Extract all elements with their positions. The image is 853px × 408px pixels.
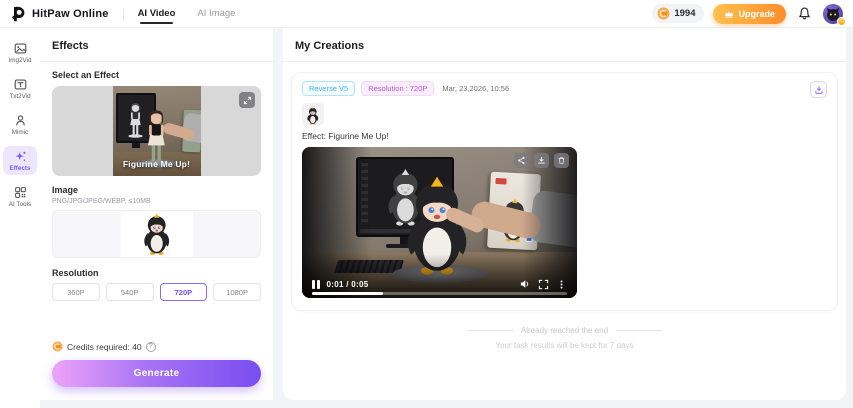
download-icon — [538, 156, 545, 164]
download-icon — [814, 85, 823, 94]
creations-panel-title: My Creations — [295, 40, 365, 52]
end-of-list-text: Already reached the end — [520, 326, 609, 335]
header-actions: 1994 Upgrade — [652, 3, 846, 26]
generate-button[interactable]: Generate — [52, 360, 261, 387]
creation-effect-label: Effect: Figurine Me Up! — [302, 131, 389, 141]
credits-required-text: Credits required: 40 — [67, 341, 142, 352]
coin-icon — [657, 7, 670, 20]
volume-icon — [520, 280, 529, 288]
image-to-video-icon — [14, 43, 26, 54]
resolution-540p-button[interactable]: 540P — [105, 283, 154, 301]
hitpaw-logo-icon — [11, 6, 25, 21]
video-progress-bar[interactable] — [312, 292, 567, 295]
sidebar-label-img2vid: Img2Vid — [8, 57, 32, 64]
resolution-1080p-button[interactable]: 1080P — [213, 283, 261, 301]
delete-video-button[interactable] — [554, 153, 569, 168]
download-video-button[interactable] — [534, 153, 549, 168]
resolution-options: 360P 540P 720P 1080P — [52, 283, 261, 301]
effects-panel-body: Select an Effect Figurine Me Up! Image P… — [40, 62, 273, 301]
brand-name: HitPaw Online — [32, 7, 109, 20]
video-action-buttons — [514, 153, 569, 168]
penguin-thumbnail-image — [307, 106, 319, 125]
video-time: 0:01 / 0:05 — [326, 279, 369, 289]
fullscreen-button[interactable] — [538, 279, 549, 290]
user-avatar[interactable] — [823, 3, 846, 26]
delete-icon — [558, 157, 565, 164]
creation-meta-row: Reverse V5 Resolution : 720P Mar, 23,202… — [302, 81, 827, 96]
share-button[interactable] — [514, 153, 529, 168]
image-upload-preview[interactable] — [52, 210, 261, 258]
main-tabs: AI Video AI Image — [137, 0, 235, 27]
crown-icon — [725, 10, 734, 18]
header-divider — [122, 7, 124, 20]
effect-name-caption: Figurine Me Up! — [122, 159, 191, 169]
sidebar-item-effects[interactable]: Effects — [3, 146, 37, 175]
sidebar-item-txt2vid[interactable]: Txt2Vid — [3, 74, 37, 103]
fullscreen-icon — [538, 279, 549, 289]
selected-effect-card[interactable]: Figurine Me Up! — [52, 86, 261, 176]
source-image-thumbnail[interactable] — [302, 103, 324, 125]
topbar: HitPaw Online AI Video AI Image 1994 Upg… — [0, 0, 853, 28]
sidebar-label-ai-tools: AI Tools — [8, 201, 32, 208]
video-progress-fill — [312, 292, 384, 295]
person-icon — [15, 115, 25, 126]
coin-icon — [52, 341, 63, 352]
creation-card: Reverse V5 Resolution : 720P Mar, 23,202… — [291, 72, 838, 311]
pause-button[interactable] — [312, 279, 320, 289]
sidebar-label-mimic: Mimic — [11, 129, 29, 136]
sidebar-item-img2vid[interactable]: Img2Vid — [3, 38, 37, 67]
creation-timestamp: Mar, 23,2026, 10:56 — [442, 84, 510, 93]
credits-balance[interactable]: 1994 — [652, 4, 705, 23]
tab-ai-image-label: AI Image — [197, 8, 236, 19]
tab-ai-video-label: AI Video — [137, 8, 176, 19]
resolution-label: Resolution — [52, 268, 99, 278]
vip-badge — [837, 16, 846, 26]
kebab-menu-icon — [560, 279, 563, 289]
volume-button[interactable] — [519, 278, 531, 290]
creations-panel-header: My Creations — [283, 28, 846, 62]
expand-effect-button[interactable] — [239, 92, 255, 108]
question-icon[interactable]: ? — [145, 341, 156, 352]
tab-ai-video[interactable]: AI Video — [137, 0, 176, 27]
penguin-image — [144, 213, 169, 255]
resolution-360p-button[interactable]: 360P — [52, 283, 100, 301]
share-icon — [518, 156, 525, 165]
sparkles-icon — [15, 151, 25, 161]
video-controls: 0:01 / 0:05 — [312, 278, 567, 290]
sidebar-item-mimic[interactable]: Mimic — [3, 110, 37, 139]
credits-required-row: Credits required: 40 ? — [52, 341, 261, 352]
effects-panel: Effects Select an Effect Figurine Me Up!… — [40, 28, 273, 400]
effects-panel-header: Effects — [40, 28, 273, 62]
model-badge: Reverse V5 — [302, 81, 356, 96]
video-player[interactable]: 0:01 / 0:05 — [302, 147, 577, 298]
upgrade-button[interactable]: Upgrade — [713, 3, 786, 24]
resolution-720p-button[interactable]: 720P — [159, 283, 208, 301]
effects-panel-footer: Credits required: 40 ? Generate — [40, 341, 273, 400]
image-section-label: Image — [52, 185, 79, 195]
grid-tools-icon — [14, 187, 26, 198]
hitpaw-online-app: HitPaw Online AI Video AI Image 1994 Upg… — [0, 0, 853, 408]
woman-figurine-illustration — [144, 110, 168, 166]
end-of-list: Already reached the end — [283, 326, 846, 335]
credits-value: 1994 — [674, 8, 696, 19]
tools-sidebar: Img2Vid Txt2Vid Mimic Effects AI Tools — [0, 28, 40, 408]
text-to-video-icon — [14, 79, 26, 90]
upgrade-label: Upgrade — [738, 8, 775, 19]
sidebar-label-txt2vid: Txt2Vid — [9, 93, 31, 100]
expand-icon — [243, 96, 251, 104]
resolution-badge: Resolution : 720P — [361, 81, 435, 96]
my-creations-panel: My Creations Reverse V5 Resolution : 720… — [283, 28, 846, 400]
image-formats-hint: PNG/JPG/JPEG/WEBP, ≤10MB — [52, 198, 151, 205]
sidebar-item-ai-tools[interactable]: AI Tools — [3, 182, 37, 211]
tab-ai-image[interactable]: AI Image — [197, 0, 235, 27]
notifications-bell-icon[interactable] — [795, 4, 814, 23]
effects-panel-title: Effects — [52, 40, 89, 52]
retention-notice: Your task results will be kept for 7 day… — [495, 341, 634, 350]
uploaded-image — [120, 211, 193, 257]
select-effect-label: Select an Effect — [52, 70, 120, 80]
download-creation-button[interactable] — [810, 81, 827, 98]
sidebar-label-effects: Effects — [9, 165, 31, 172]
more-options-button[interactable] — [556, 279, 567, 290]
brand[interactable]: HitPaw Online — [10, 6, 109, 22]
